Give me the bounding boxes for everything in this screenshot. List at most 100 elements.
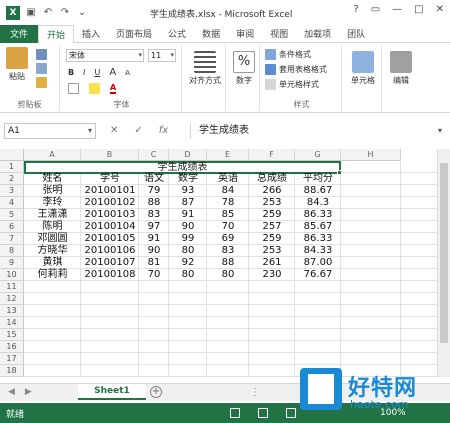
font-size-select[interactable]: 11 ▾ [148, 49, 176, 62]
tab-data[interactable]: 数据 [194, 25, 228, 43]
page-layout-view-icon[interactable] [258, 408, 268, 418]
row-header-6[interactable]: 6 [0, 221, 24, 233]
row-header-10[interactable]: 10 [0, 269, 24, 281]
paste-button[interactable]: 粘贴 [6, 47, 28, 82]
borders-icon[interactable] [68, 83, 79, 94]
insert-function-icon[interactable]: fx [159, 125, 168, 136]
data-cell[interactable]: 70 [139, 269, 169, 281]
italic-button[interactable]: I [83, 68, 85, 77]
column-header-a[interactable]: A [24, 149, 81, 161]
data-cell[interactable]: 261 [249, 257, 295, 269]
tab-page-layout[interactable]: 页面布局 [108, 25, 160, 43]
header-cell[interactable]: 语文 [139, 173, 169, 185]
number-button[interactable]: % 数字 [230, 51, 258, 86]
data-cell[interactable]: 86.33 [295, 209, 341, 221]
formula-input[interactable]: 学生成绩表 ▾ [190, 123, 446, 139]
row-header-1[interactable]: 1 [0, 161, 24, 173]
data-cell[interactable]: 78 [207, 197, 249, 209]
column-header-c[interactable]: C [139, 149, 169, 161]
font-color-icon[interactable]: A [110, 83, 117, 94]
tab-home[interactable]: 开始 [38, 24, 75, 44]
data-cell[interactable]: 92 [169, 257, 207, 269]
column-header-f[interactable]: F [249, 149, 295, 161]
sheet-tab-sheet1[interactable]: Sheet1 [78, 384, 146, 400]
row-header-17[interactable]: 17 [0, 353, 24, 365]
data-cell[interactable]: 84 [207, 185, 249, 197]
row-header-8[interactable]: 8 [0, 245, 24, 257]
alignment-button[interactable]: 对齐方式 [186, 51, 224, 86]
data-cell[interactable]: 259 [249, 233, 295, 245]
row-header-2[interactable]: 2 [0, 173, 24, 185]
data-cell[interactable]: 20100102 [81, 197, 139, 209]
data-cell[interactable]: 20100101 [81, 185, 139, 197]
customize-qat-icon[interactable]: ⌄ [76, 7, 88, 19]
row-header-18[interactable]: 18 [0, 365, 24, 377]
ribbon-display-icon[interactable]: ▭ [371, 4, 380, 15]
row-header-7[interactable]: 7 [0, 233, 24, 245]
name-box-dropdown-icon[interactable]: ▾ [88, 124, 92, 138]
data-cell[interactable]: 张明 [24, 185, 81, 197]
help-icon[interactable]: ? [353, 4, 358, 15]
row-header-14[interactable]: 14 [0, 317, 24, 329]
format-as-table-button[interactable]: 套用表格格式 [265, 64, 327, 75]
column-header-h[interactable]: H [341, 149, 401, 161]
data-cell[interactable]: 91 [139, 233, 169, 245]
column-header-g[interactable]: G [295, 149, 341, 161]
data-cell[interactable]: 黄琪 [24, 257, 81, 269]
data-cell[interactable]: 邓圆圆 [24, 233, 81, 245]
data-cell[interactable]: 方晓华 [24, 245, 81, 257]
header-cell[interactable]: 学号 [81, 173, 139, 185]
data-cell[interactable]: 20100105 [81, 233, 139, 245]
normal-view-icon[interactable] [230, 408, 240, 418]
data-cell[interactable]: 陈明 [24, 221, 81, 233]
data-cell[interactable]: 84.33 [295, 245, 341, 257]
font-name-select[interactable]: 宋体 ▾ [66, 49, 144, 62]
vertical-scroll-thumb[interactable] [440, 163, 448, 343]
data-cell[interactable]: 253 [249, 245, 295, 257]
data-cell[interactable]: 76.67 [295, 269, 341, 281]
data-cell[interactable]: 91 [169, 209, 207, 221]
data-cell[interactable]: 20100103 [81, 209, 139, 221]
cell-styles-button[interactable]: 单元格样式 [265, 79, 319, 90]
spreadsheet-grid[interactable]: A B C D E F G H 1 2 3 4 5 6 7 8 9 10 11 12 13 14 15 16 17 18 学生成绩表… [0, 149, 437, 377]
tab-addins[interactable]: 加载项 [296, 25, 339, 43]
data-cell[interactable]: 266 [249, 185, 295, 197]
conditional-formatting-button[interactable]: 条件格式 [265, 49, 311, 60]
data-cell[interactable]: 83 [207, 245, 249, 257]
minimize-icon[interactable]: — [392, 4, 402, 15]
shrink-font-button[interactable]: A [125, 69, 130, 77]
data-cell[interactable]: 20100107 [81, 257, 139, 269]
sheet-next-icon[interactable]: ▶ [25, 387, 32, 397]
undo-icon[interactable]: ↶ [42, 7, 54, 19]
data-cell[interactable]: 87.00 [295, 257, 341, 269]
data-cell[interactable]: 259 [249, 209, 295, 221]
data-cell[interactable]: 80 [169, 245, 207, 257]
data-cell[interactable]: 20100104 [81, 221, 139, 233]
data-cell[interactable]: 87 [169, 197, 207, 209]
data-cell[interactable]: 83 [139, 209, 169, 221]
header-cell[interactable]: 姓名 [24, 173, 81, 185]
name-box[interactable]: A1 ▾ [4, 123, 96, 139]
redo-icon[interactable]: ↷ [59, 7, 71, 19]
data-cell[interactable]: 90 [169, 221, 207, 233]
save-icon[interactable]: ▣ [25, 7, 37, 19]
row-header-16[interactable]: 16 [0, 341, 24, 353]
data-cell[interactable]: 97 [139, 221, 169, 233]
data-cell[interactable]: 80 [207, 269, 249, 281]
header-cell[interactable]: 平均分 [295, 173, 341, 185]
tab-formulas[interactable]: 公式 [160, 25, 194, 43]
data-cell[interactable]: 70 [207, 221, 249, 233]
data-cell[interactable]: 99 [169, 233, 207, 245]
sheet-splitter-icon[interactable]: ⋮ [250, 387, 260, 398]
editing-button[interactable]: 编辑 [386, 51, 416, 86]
row-header-11[interactable]: 11 [0, 281, 24, 293]
data-cell[interactable]: 88 [139, 197, 169, 209]
vertical-scrollbar[interactable] [437, 149, 450, 377]
grow-font-button[interactable]: A [109, 67, 116, 78]
cells-button[interactable]: 单元格 [346, 51, 380, 86]
underline-button[interactable]: U [94, 68, 100, 77]
data-cell[interactable]: 86.33 [295, 233, 341, 245]
data-cell[interactable]: 79 [139, 185, 169, 197]
data-cell[interactable]: 何莉莉 [24, 269, 81, 281]
column-header-e[interactable]: E [207, 149, 249, 161]
